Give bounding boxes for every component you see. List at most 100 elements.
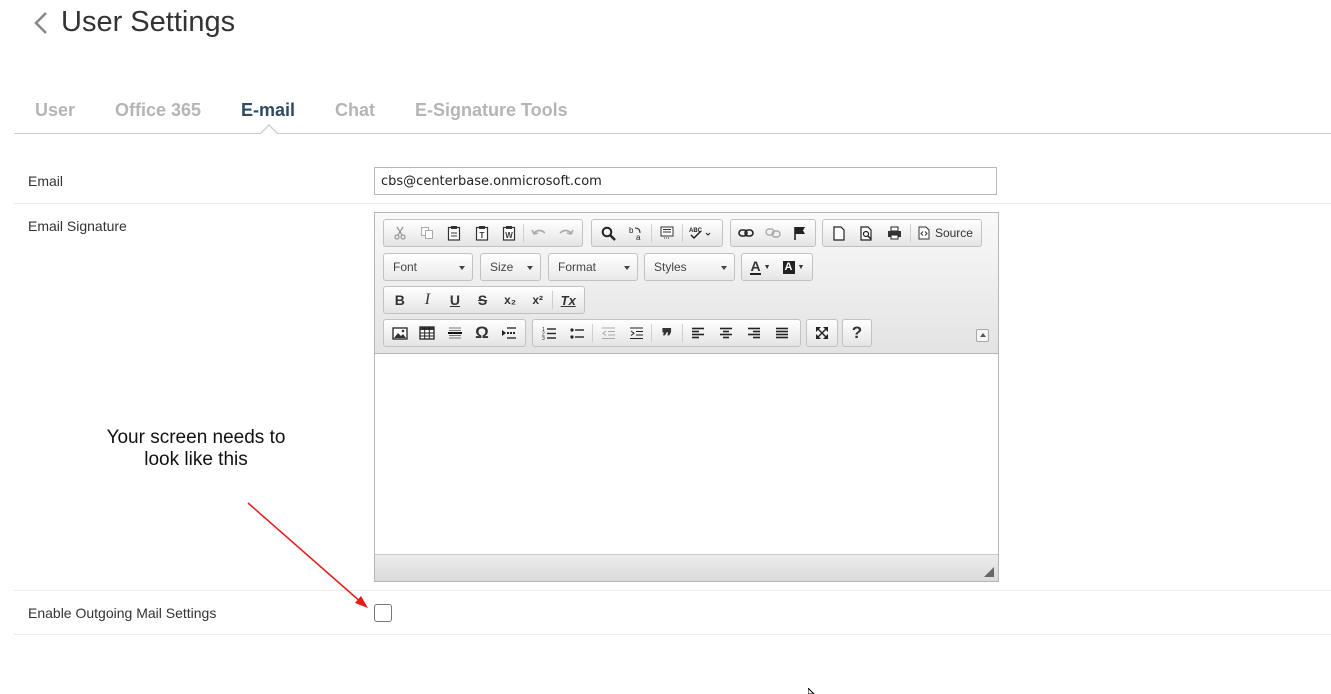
basic-styles-group: B I U S x₂ x² Tx xyxy=(383,286,585,314)
special-char-button[interactable]: Ω xyxy=(468,321,495,345)
email-label: Email xyxy=(28,173,64,189)
dropdown-arrow-icon xyxy=(527,266,533,270)
page-break-button[interactable] xyxy=(496,321,523,345)
print-button[interactable] xyxy=(881,221,909,245)
indent-button[interactable] xyxy=(622,321,650,345)
paste-button[interactable] xyxy=(441,221,468,245)
dropdown-arrow-icon xyxy=(624,266,630,270)
blockquote-button[interactable]: ❞ xyxy=(653,321,681,348)
spellcheck-icon: ABC xyxy=(689,228,711,240)
flag-icon xyxy=(793,226,805,240)
bulleted-list-icon xyxy=(569,327,584,339)
collapse-toolbar-button[interactable] xyxy=(976,329,989,342)
align-left-button[interactable] xyxy=(684,321,712,345)
bulleted-list-button[interactable] xyxy=(563,321,591,345)
page-header: User Settings xyxy=(30,6,235,39)
anchor-button[interactable] xyxy=(786,221,813,245)
horizontal-line-button[interactable] xyxy=(441,321,468,345)
paste-word-icon: W xyxy=(502,226,515,241)
enable-outgoing-mail-label: Enable Outgoing Mail Settings xyxy=(28,605,217,621)
svg-text:a: a xyxy=(636,233,641,241)
help-button[interactable]: ? xyxy=(845,321,869,345)
source-button[interactable]: Source xyxy=(912,221,979,245)
toolbar-separator xyxy=(651,324,652,342)
italic-button[interactable]: I xyxy=(414,288,442,312)
align-center-icon xyxy=(720,327,732,339)
row-divider xyxy=(14,634,1331,635)
email-signature-label: Email Signature xyxy=(28,218,127,234)
paste-word-button[interactable]: W xyxy=(495,221,522,245)
font-select[interactable]: Font xyxy=(383,253,473,281)
email-field[interactable] xyxy=(374,167,997,195)
text-color-button[interactable]: A ▼ xyxy=(744,255,777,279)
paste-text-button[interactable]: T xyxy=(468,221,495,245)
editor-footer xyxy=(375,554,998,581)
replace-icon: ba xyxy=(629,226,641,241)
new-page-button[interactable] xyxy=(825,221,853,245)
align-justify-button[interactable] xyxy=(768,321,796,345)
row-divider xyxy=(14,590,1331,591)
tab-chat[interactable]: Chat xyxy=(335,100,375,121)
row-divider xyxy=(14,203,1331,204)
align-center-button[interactable] xyxy=(712,321,740,345)
remove-format-button[interactable]: Tx xyxy=(554,288,582,312)
spellcheck-button[interactable]: ABC xyxy=(684,221,716,245)
format-select-label: Format xyxy=(558,260,597,274)
preview-icon xyxy=(860,225,873,241)
redo-button[interactable] xyxy=(553,221,580,245)
strikethrough-button[interactable]: S xyxy=(469,288,497,312)
preview-button[interactable] xyxy=(853,221,881,245)
select-all-icon xyxy=(660,226,674,239)
editing-group: ba ABC xyxy=(591,219,723,247)
link-group xyxy=(730,219,816,247)
dropdown-arrow-icon xyxy=(721,266,727,270)
image-button[interactable] xyxy=(386,321,413,345)
format-select[interactable]: Format xyxy=(548,253,638,281)
outdent-icon xyxy=(601,327,615,339)
tab-e-signature-tools[interactable]: E-Signature Tools xyxy=(415,100,568,121)
toolbar-separator xyxy=(552,291,554,309)
undo-button[interactable] xyxy=(525,221,552,245)
printer-icon xyxy=(888,226,902,240)
cut-button[interactable] xyxy=(386,221,413,245)
tab-user[interactable]: User xyxy=(35,100,75,121)
styles-select[interactable]: Styles xyxy=(644,253,735,281)
help-group: ? xyxy=(842,319,872,347)
outdent-button[interactable] xyxy=(594,321,622,345)
svg-text:3: 3 xyxy=(542,336,545,340)
color-group: A ▼ A ▼ xyxy=(741,253,813,281)
back-button[interactable] xyxy=(30,8,52,38)
svg-text:b: b xyxy=(629,226,634,235)
indent-icon xyxy=(629,327,643,339)
chevron-left-icon xyxy=(34,11,47,34)
table-icon xyxy=(419,326,435,340)
numbered-list-button[interactable]: 123 xyxy=(535,321,563,345)
signature-editor: T W ba ABC Source Font Size Format Style… xyxy=(374,212,999,582)
toolbar-separator xyxy=(682,324,683,342)
find-button[interactable] xyxy=(594,221,622,245)
tab-office-365[interactable]: Office 365 xyxy=(115,100,201,121)
table-button[interactable] xyxy=(413,321,440,345)
replace-button[interactable]: ba xyxy=(622,221,650,245)
resize-handle-icon[interactable] xyxy=(984,567,994,577)
bold-button[interactable]: B xyxy=(386,288,414,312)
subscript-button[interactable]: x₂ xyxy=(496,288,524,312)
redo-icon xyxy=(559,229,575,235)
select-all-button[interactable] xyxy=(653,221,681,245)
dropdown-arrow-icon: ▼ xyxy=(763,263,771,271)
copy-button[interactable] xyxy=(413,221,440,245)
superscript-button[interactable]: x² xyxy=(524,288,552,312)
clipboard-icon xyxy=(448,226,461,241)
underline-button[interactable]: U xyxy=(441,288,469,312)
background-color-button[interactable]: A ▼ xyxy=(777,255,810,279)
tab-email[interactable]: E-mail xyxy=(241,100,295,121)
svg-text:T: T xyxy=(479,231,484,240)
align-right-button[interactable] xyxy=(740,321,768,345)
link-button[interactable] xyxy=(733,221,760,245)
signature-editor-content[interactable] xyxy=(375,355,998,554)
size-select[interactable]: Size xyxy=(480,253,541,281)
horizontal-line-icon xyxy=(447,327,462,339)
unlink-button[interactable] xyxy=(760,221,787,245)
maximize-button[interactable] xyxy=(809,321,835,345)
dropdown-arrow-icon: ▼ xyxy=(797,263,805,271)
